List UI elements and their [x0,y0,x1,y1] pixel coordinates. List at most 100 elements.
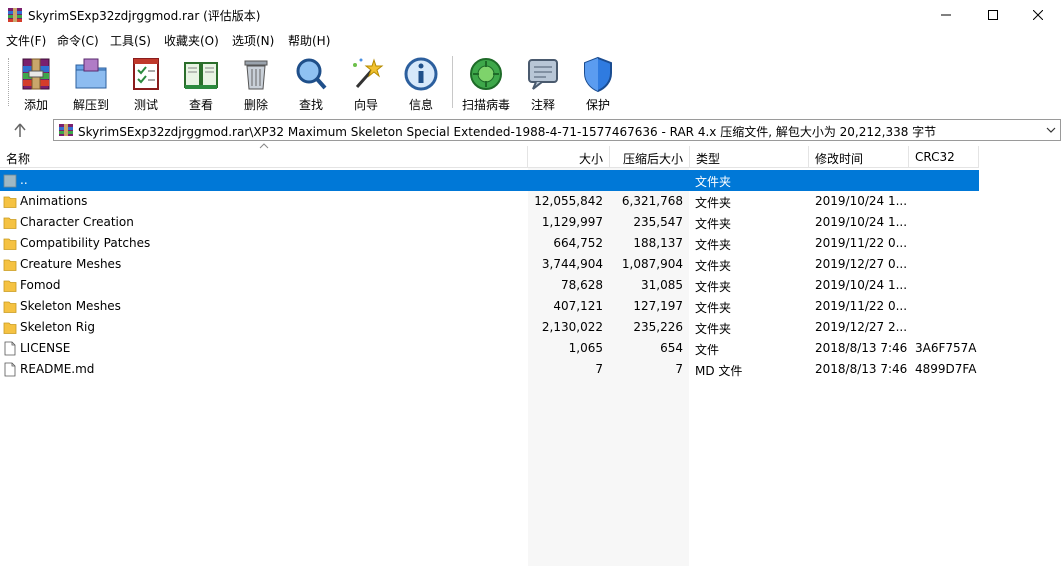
column-header-name-label: 名称 [6,152,31,166]
row-packed: 1,087,904 [621,257,683,271]
row-type: 文件夹 [695,280,732,294]
row-name: Animations [20,194,88,208]
menu-help[interactable]: 帮助(H) [288,32,330,49]
folder-icon [3,259,17,271]
comment-label: 注释 [530,98,555,112]
comment-button[interactable]: 注释 [515,54,571,112]
menu-file[interactable]: 文件(F) [6,32,46,49]
row-size: 2,130,022 [541,320,603,334]
address-bar: SkyrimSExp32zdjrggmod.rar\XP32 Maximum S… [0,116,1061,144]
archive-icon [59,124,73,136]
trash-icon [244,60,268,90]
table-row[interactable]: Animations 12,055,842 6,321,768 文件夹 2019/10/… [0,191,979,212]
maximize-button[interactable] [970,0,1016,30]
info-button[interactable]: 信息 [393,54,449,112]
row-packed: 31,085 [641,278,683,292]
row-modified: 2019/12/27 2... [815,320,907,334]
row-modified: 2019/10/24 1... [815,215,907,229]
folder-icon [3,280,17,292]
protect-button[interactable]: 保护 [570,54,626,112]
row-modified: 2019/10/24 1... [815,278,907,292]
file-list: 名称 大小 压缩后大小 类型 修改时间 CRC32 .. 文件夹 Animation… [0,143,1061,566]
column-header-type-label: 类型 [696,152,721,166]
view-label: 查看 [188,98,213,112]
virus-scan-label: 扫描病毒 [461,98,510,112]
row-name: .. [20,173,28,187]
column-header-crc[interactable]: CRC32 [909,146,979,168]
chevron-down-icon[interactable] [1044,123,1058,137]
column-header-modified[interactable]: 修改时间 [809,146,909,168]
shield-icon [584,56,612,93]
table-row[interactable]: Skeleton Meshes 407,121 127,197 文件夹 2019/11/… [0,296,979,317]
row-packed: 235,226 [633,320,683,334]
table-row[interactable]: Fomod 78,628 31,085 文件夹 2019/10/24 1... [0,275,979,296]
row-name: Skeleton Rig [20,320,95,334]
parent-folder-row[interactable]: .. 文件夹 [0,170,979,191]
menu-commands[interactable]: 命令(C) [57,32,99,49]
row-modified: 2019/12/27 0... [815,257,907,271]
find-label: 查找 [298,98,323,112]
folder-icon [3,217,17,229]
sort-ascending-icon [259,143,269,149]
column-header-modified-label: 修改时间 [815,152,864,166]
row-size: 407,121 [553,299,603,313]
row-packed: 654 [660,341,683,355]
virus-scan-icon [470,58,502,90]
view-button[interactable]: 查看 [173,54,229,112]
extract-button[interactable]: 解压到 [63,54,119,112]
test-button[interactable]: 测试 [118,54,174,112]
add-label: 添加 [23,98,48,112]
toolbar-separator [452,56,453,108]
winrar-app-icon[interactable] [7,7,23,23]
row-type: MD 文件 [695,364,743,378]
comment-icon [528,59,558,90]
menu-favorites[interactable]: 收藏夹(O) [164,32,219,49]
row-size: 78,628 [561,278,603,292]
column-header-packed[interactable]: 压缩后大小 [610,146,690,168]
table-row[interactable]: README.md 7 7 MD 文件 2018/8/13 7:46 4899D7FA [0,359,979,380]
table-row[interactable]: Character Creation 1,129,997 235,547 文件夹 201… [0,212,979,233]
delete-button[interactable]: 删除 [228,54,284,112]
row-crc: 3A6F757A [915,341,977,355]
column-header-name[interactable]: 名称 [0,143,528,168]
wizard-button[interactable]: 向导 [338,54,394,112]
row-name: Compatibility Patches [20,236,151,250]
folder-icon [3,301,17,313]
table-row[interactable]: Creature Meshes 3,744,904 1,087,904 文件夹 2019… [0,254,979,275]
row-type: 文件夹 [695,238,732,252]
row-size: 7 [595,362,603,376]
title-bar: SkyrimSExp32zdjrggmod.rar (评估版本) [0,0,1061,30]
minimize-icon [941,14,951,16]
menu-options[interactable]: 选项(N) [232,32,274,49]
table-row[interactable]: LICENSE 1,065 654 文件 2018/8/13 7:46 3A6F757A [0,338,979,359]
table-row[interactable]: Compatibility Patches 664,752 188,137 文件夹 20… [0,233,979,254]
window-title: SkyrimSExp32zdjrggmod.rar (评估版本) [28,9,261,23]
row-name: Character Creation [20,215,134,229]
parent-folder-icon [3,174,17,188]
virus-scan-button[interactable]: 扫描病毒 [458,54,514,112]
row-name: LICENSE [20,341,71,355]
column-header-type[interactable]: 类型 [690,146,809,168]
up-arrow-icon[interactable] [10,121,30,139]
menu-tools[interactable]: 工具(S) [110,32,151,49]
info-icon [404,57,438,91]
close-button[interactable] [1015,0,1061,30]
table-row[interactable]: Skeleton Rig 2,130,022 235,226 文件夹 2019/12/2… [0,317,979,338]
row-modified: 2019/11/22 0... [815,299,907,313]
minimize-button[interactable] [923,0,969,30]
row-type: 文件夹 [695,196,732,210]
row-packed: 6,321,768 [621,194,683,208]
address-path: SkyrimSExp32zdjrggmod.rar\XP32 Maximum S… [78,125,937,139]
column-header-size[interactable]: 大小 [528,146,610,168]
find-button[interactable]: 查找 [283,54,339,112]
row-size: 12,055,842 [534,194,603,208]
address-field[interactable]: SkyrimSExp32zdjrggmod.rar\XP32 Maximum S… [53,119,1061,141]
row-size: 1,129,997 [541,215,603,229]
add-button[interactable]: 添加 [8,54,64,112]
row-type: 文件夹 [695,322,732,336]
column-header-packed-label: 压缩后大小 [622,152,683,166]
file-icon [4,362,16,377]
menu-bar: 文件(F) 命令(C) 工具(S) 收藏夹(O) 选项(N) 帮助(H) [0,30,1061,50]
column-header-size-label: 大小 [578,152,603,166]
extract-folder-icon [75,58,107,89]
